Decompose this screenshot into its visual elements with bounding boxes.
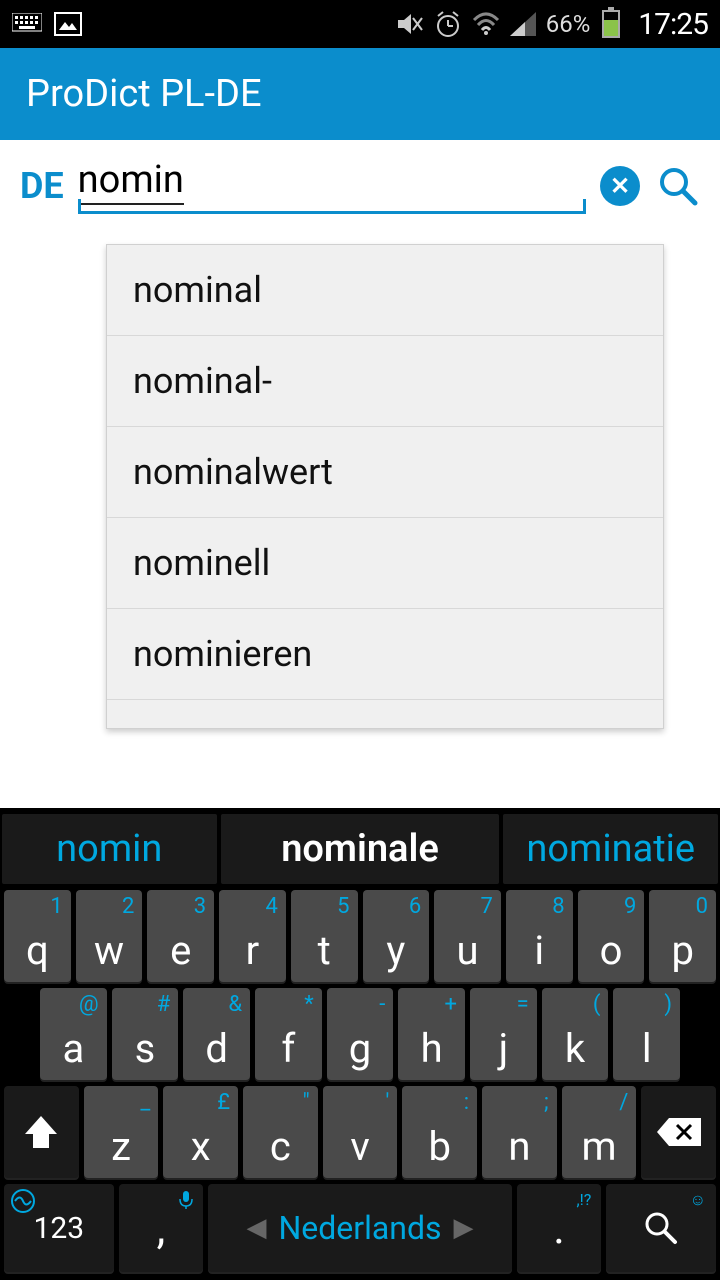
key-b[interactable]: :b — [402, 1086, 477, 1178]
signal-icon — [510, 12, 536, 36]
key-o[interactable]: 9o — [578, 890, 645, 982]
close-icon: ✕ — [610, 172, 630, 200]
key-u[interactable]: 7u — [434, 890, 501, 982]
chevron-right-icon: ▶ — [454, 1213, 474, 1243]
key-z[interactable]: _z — [84, 1086, 159, 1178]
chevron-left-icon: ◀ — [246, 1213, 266, 1243]
key-e[interactable]: 3e — [147, 890, 214, 982]
backspace-icon — [655, 1116, 703, 1148]
key-c[interactable]: "c — [243, 1086, 318, 1178]
alarm-icon — [434, 10, 462, 38]
key-y[interactable]: 6y — [363, 890, 430, 982]
search-icon — [643, 1210, 679, 1246]
battery-percentage: 66% — [546, 10, 591, 38]
key-x[interactable]: £x — [163, 1086, 238, 1178]
key-a[interactable]: @a — [40, 988, 107, 1080]
search-input[interactable]: nomin — [78, 158, 184, 205]
key-row-1: 1q2w3e4r5t6y7u8i9o0p — [0, 890, 720, 988]
shift-icon — [21, 1114, 61, 1150]
language-toggle[interactable]: DE — [20, 165, 64, 207]
shift-key[interactable] — [4, 1086, 79, 1178]
clock: 17:25 — [638, 7, 708, 42]
suggestion-item[interactable]: nominal — [107, 245, 663, 336]
key-row-3: _z£x"c'v:b;n/m — [0, 1086, 720, 1184]
suggestion-item[interactable]: nominell — [107, 518, 663, 609]
key-f[interactable]: *f — [255, 988, 322, 1080]
key-row-2: @a#s&d*f-g+h=j(k)l — [0, 988, 720, 1086]
key-h[interactable]: +h — [398, 988, 465, 1080]
prediction-center[interactable]: nominale — [221, 814, 500, 884]
key-r[interactable]: 4r — [219, 890, 286, 982]
period-key[interactable]: ,!? . — [517, 1184, 601, 1272]
key-v[interactable]: 'v — [323, 1086, 398, 1178]
key-q[interactable]: 1q — [4, 890, 71, 982]
search-key[interactable]: ☺ — [606, 1184, 716, 1272]
clear-button[interactable]: ✕ — [600, 166, 640, 206]
backspace-key[interactable] — [641, 1086, 716, 1178]
swype-icon — [10, 1188, 36, 1214]
key-p[interactable]: 0p — [649, 890, 716, 982]
key-row-4: 123 , ◀ Nederlands ▶ ,!? . ☺ — [0, 1184, 720, 1280]
image-icon — [54, 12, 82, 36]
mic-icon — [179, 1190, 193, 1210]
suggestion-item[interactable]: nominal- — [107, 336, 663, 427]
key-d[interactable]: &d — [183, 988, 250, 1080]
wifi-icon — [472, 12, 500, 36]
key-l[interactable]: )l — [613, 988, 680, 1080]
numeric-key[interactable]: 123 — [4, 1184, 114, 1272]
app-header: ProDict PL-DE — [0, 48, 720, 140]
status-bar: 66% 17:25 — [0, 0, 720, 48]
suggestions-dropdown: nominal nominal- nominalwert nominell no… — [106, 244, 664, 729]
keyboard: nomin nominale nominatie 1q2w3e4r5t6y7u8… — [0, 808, 720, 1280]
key-n[interactable]: ;n — [482, 1086, 557, 1178]
key-w[interactable]: 2w — [76, 890, 143, 982]
key-k[interactable]: (k — [542, 988, 609, 1080]
mute-icon — [396, 11, 424, 37]
app-title: ProDict PL-DE — [26, 72, 262, 116]
suggestion-item[interactable]: nominieren — [107, 609, 663, 700]
prediction-right[interactable]: nominatie — [503, 814, 718, 884]
search-button[interactable] — [654, 162, 702, 210]
search-input-wrap[interactable]: nomin — [78, 158, 586, 214]
battery-icon — [602, 10, 620, 38]
smiley-icon: ☺ — [690, 1190, 706, 1210]
key-s[interactable]: #s — [112, 988, 179, 1080]
suggestion-item[interactable]: nominalwert — [107, 427, 663, 518]
key-m[interactable]: /m — [562, 1086, 637, 1178]
key-g[interactable]: -g — [327, 988, 394, 1080]
search-row: DE nomin ✕ — [0, 140, 720, 222]
key-i[interactable]: 8i — [506, 890, 573, 982]
suggestion-item-partial[interactable] — [107, 700, 663, 728]
space-key[interactable]: ◀ Nederlands ▶ — [208, 1184, 512, 1272]
prediction-row: nomin nominale nominatie — [0, 812, 720, 890]
key-t[interactable]: 5t — [291, 890, 358, 982]
comma-key[interactable]: , — [119, 1184, 203, 1272]
prediction-left[interactable]: nomin — [2, 814, 217, 884]
key-j[interactable]: =j — [470, 988, 537, 1080]
keyboard-icon — [12, 13, 42, 35]
search-icon — [657, 165, 699, 207]
